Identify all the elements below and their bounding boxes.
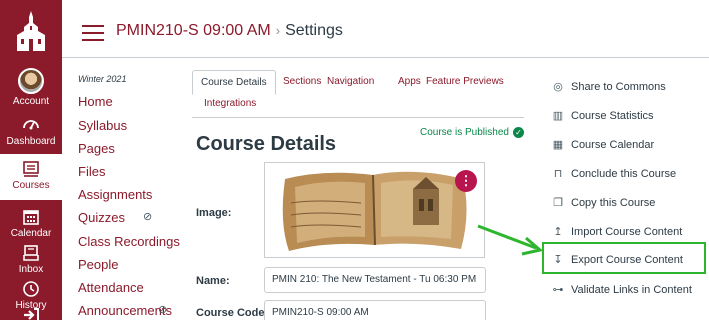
nav-more[interactable] [0,308,62,320]
page-title: Course Details [196,133,337,155]
course-nav-syllabus[interactable]: Syllabus [78,118,127,133]
settings-tabs: Course Details Sections Navigation Apps … [192,70,524,118]
course-nav-attendance[interactable]: Attendance [78,280,144,295]
breadcrumb-current: Settings [285,22,343,39]
calendar-icon: ▦ [552,139,564,151]
course-nav-class-recordings[interactable]: Class Recordings [78,234,180,249]
course-statistics-button[interactable]: ▥ Course Statistics [552,109,654,123]
check-circle-icon: ✓ [512,127,524,138]
course-nav-assignments[interactable]: Assignments [78,187,152,202]
import-icon: ↥ [553,226,563,238]
global-nav: Account Dashboard Courses Calendar Inbox… [0,0,62,320]
church-logo-icon [17,11,45,51]
hidden-eye-icon: ⊘ [143,211,153,223]
hamburger-menu-icon[interactable] [82,25,104,41]
course-code-input[interactable]: PMIN210-S 09:00 AM [264,300,486,320]
breadcrumb-separator-icon: › [275,23,281,38]
export-icon: ↧ [553,254,563,266]
nav-inbox[interactable]: Inbox [0,244,62,275]
nav-courses-label: Courses [12,180,50,191]
course-code-label: Course Code: [196,307,269,319]
copy-course-button[interactable]: ❐ Copy this Course [552,196,656,210]
breadcrumb: PMIN210-S 09:00 AM › Settings [116,22,343,40]
nav-account-label: Account [12,96,50,107]
tab-feature-previews[interactable]: Feature Previews [418,70,512,93]
page-header: PMIN210-S 09:00 AM › Settings [62,0,709,58]
export-course-content-label: Export Course Content [571,253,683,266]
institution-logo[interactable] [0,0,62,62]
conclude-course-label: Conclude this Course [571,167,677,180]
history-icon [23,281,39,297]
import-course-content-label: Import Course Content [571,225,683,238]
nav-dashboard[interactable]: Dashboard [0,114,62,147]
conclude-course-button[interactable]: ⊓ Conclude this Course [552,167,677,181]
share-to-commons-button[interactable]: ◎ Share to Commons [552,80,666,94]
nav-account[interactable]: Account [0,68,62,107]
course-nav: Winter 2021 Home Syllabus Pages Files As… [62,58,180,320]
logout-icon [24,308,39,320]
lock-icon: ⊓ [553,168,563,180]
import-course-content-button[interactable]: ↥ Import Course Content [552,225,683,239]
tab-navigation[interactable]: Navigation [319,70,382,93]
inbox-icon [23,245,39,261]
courses-icon [23,161,39,177]
commons-icon: ◎ [553,81,563,93]
course-calendar-button[interactable]: ▦ Course Calendar [552,138,655,152]
calendar-icon [23,210,39,225]
term-label: Winter 2021 [78,74,127,84]
nav-calendar-label: Calendar [10,228,52,239]
nav-courses[interactable]: Courses [0,154,62,200]
image-options-kebab-icon[interactable]: ⋮ [455,170,477,192]
course-nav-people[interactable]: People [78,257,118,272]
breadcrumb-course-link[interactable]: PMIN210-S 09:00 AM [116,22,271,39]
export-course-content-button[interactable]: ↧ Export Course Content [552,253,683,267]
course-nav-home[interactable]: Home [78,94,113,109]
validate-links-label: Validate Links in Content [571,283,692,296]
published-status-text: Course is Published [420,127,509,138]
course-nav-pages[interactable]: Pages [78,141,115,156]
annotation-arrow-icon [477,224,544,256]
course-image[interactable] [264,162,485,258]
nav-calendar[interactable]: Calendar [0,208,62,239]
statistics-icon: ▥ [552,110,564,122]
nav-inbox-label: Inbox [18,264,44,275]
course-calendar-label: Course Calendar [571,138,655,151]
hidden-eye-icon: ⊘ [158,304,168,316]
tab-integrations[interactable]: Integrations [196,92,264,115]
nav-dashboard-label: Dashboard [6,136,56,147]
copy-icon: ❐ [553,197,563,209]
dashboard-icon [23,120,39,130]
share-to-commons-label: Share to Commons [571,80,666,93]
course-statistics-label: Course Statistics [571,109,654,122]
nav-history[interactable]: History [0,280,62,311]
published-status: Course is Published ✓ [420,127,524,138]
course-name-input[interactable]: PMIN 210: The New Testament - Tu 06:30 P… [264,267,486,293]
validate-links-button[interactable]: ⊶ Validate Links in Content [552,283,692,297]
avatar [18,68,44,94]
name-label: Name: [196,275,230,287]
link-icon: ⊶ [552,284,564,296]
image-label: Image: [196,207,232,219]
course-nav-quizzes[interactable]: Quizzes [78,210,125,225]
copy-course-label: Copy this Course [571,196,656,209]
course-nav-files[interactable]: Files [78,164,105,179]
course-image-manuscript [265,163,484,257]
